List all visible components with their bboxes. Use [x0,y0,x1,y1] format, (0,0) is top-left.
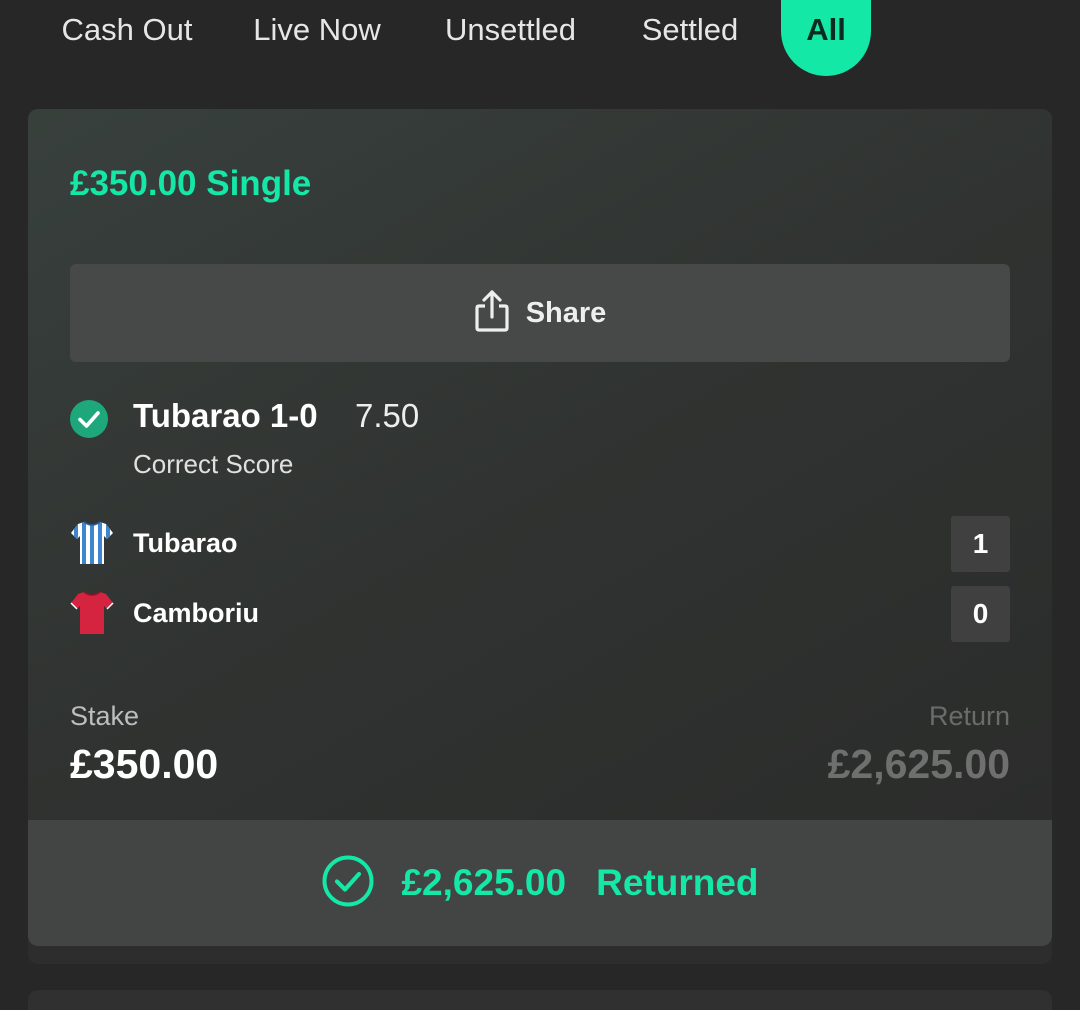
bet-card: £350.00 Single Share Tubarao 1-0 7.50 Co… [28,109,1052,946]
result-status: Returned [596,862,759,903]
bet-result-bar: £2,625.00 Returned [28,820,1052,946]
bet-title: £350.00 Single [70,164,312,203]
score-home: 1 [951,516,1010,572]
team-name-home: Tubarao [133,528,238,558]
bet-filter-tabs: Cash Out Live Now Unsettled Settled All [0,0,1080,90]
selection-odds: 7.50 [355,397,420,434]
selection-market: Correct Score [133,449,294,479]
next-bet-card [28,990,1052,1010]
team-row-away: Camboriu 0 [70,586,1010,642]
share-button[interactable]: Share [70,264,1010,362]
tab-live-now[interactable]: Live Now [247,0,387,76]
share-label: Share [525,296,607,329]
tab-settled[interactable]: Settled [636,0,744,76]
red-shirt-icon [70,590,114,636]
tab-unsettled[interactable]: Unsettled [438,0,583,76]
tab-cash-out[interactable]: Cash Out [57,0,197,76]
returned-check-icon [321,854,375,913]
stake-value: £350.00 [70,741,219,787]
return-label: Return [928,701,1010,731]
selection-name: Tubarao 1-0 [133,397,318,434]
return-value: £2,625.00 [827,741,1010,787]
team-row-home: Tubarao 1 [70,516,1010,572]
tab-all[interactable]: All [781,0,871,76]
check-circle-icon [70,400,108,438]
team-name-away: Camboriu [133,598,260,628]
stake-label: Stake [70,701,140,731]
score-away: 0 [951,586,1010,642]
result-amount: £2,625.00 [401,862,567,903]
blue-white-striped-shirt-icon [70,520,114,566]
share-icon [474,289,510,338]
